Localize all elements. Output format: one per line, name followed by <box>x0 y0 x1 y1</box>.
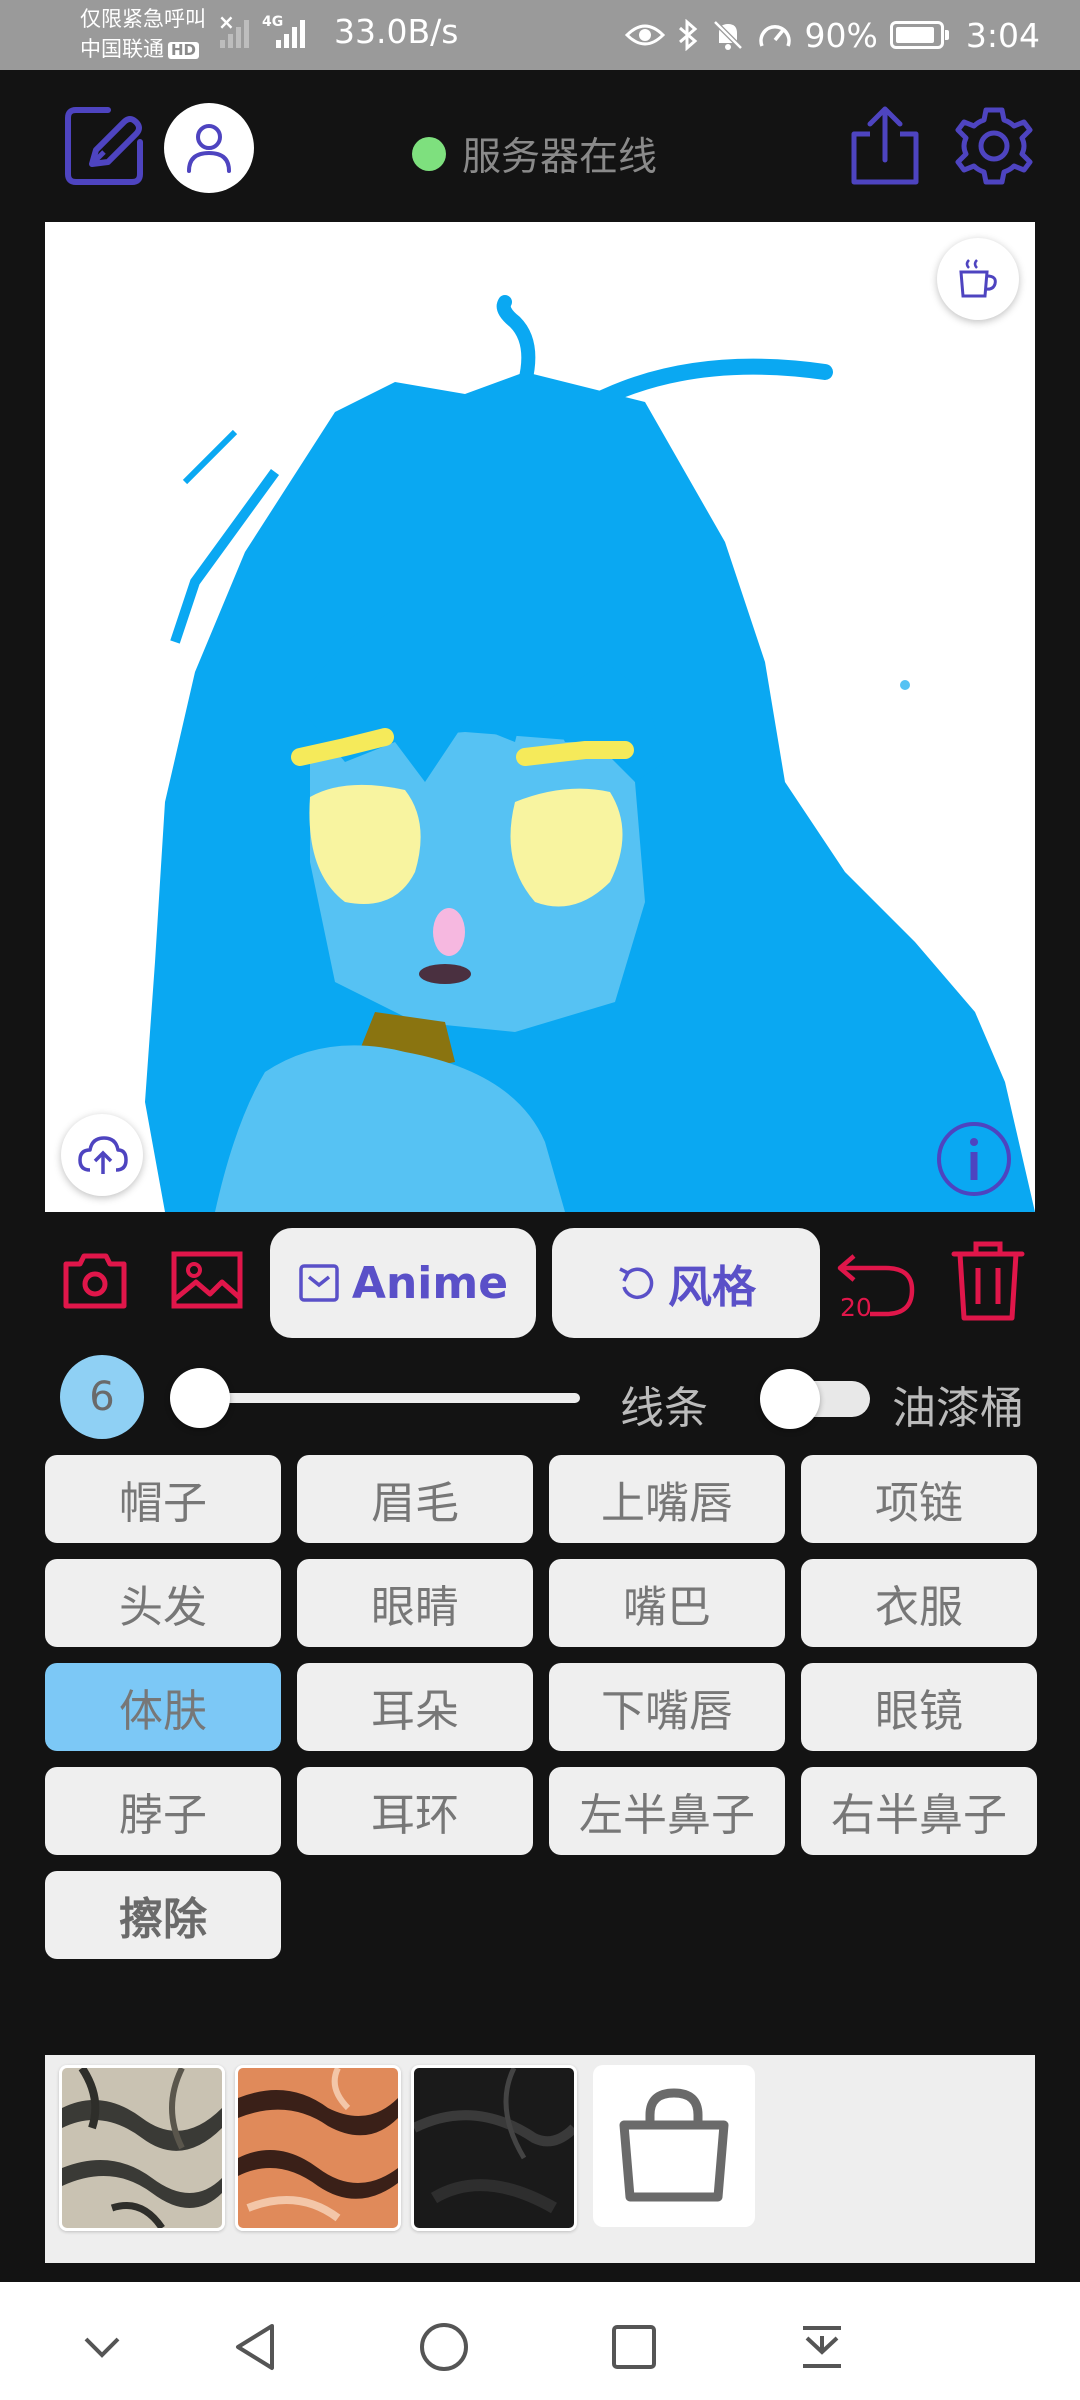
user-icon <box>187 124 231 173</box>
back-icon <box>236 2324 274 2370</box>
recents-icon <box>612 2325 656 2369</box>
part-button[interactable]: 头发 <box>45 1559 281 1647</box>
brush-size-slider[interactable] <box>190 1393 580 1403</box>
part-button[interactable]: 耳朵 <box>297 1663 533 1751</box>
lines-label: 线条 <box>620 1383 708 1434</box>
carrier-info: 仅限紧急呼叫 中国联通 HD <box>80 4 206 64</box>
camera-icon[interactable] <box>62 1250 128 1310</box>
share-icon[interactable] <box>848 104 922 188</box>
status-right: 90% 3:04 <box>624 10 1040 60</box>
mute-bell-icon <box>712 20 743 50</box>
style-button[interactable]: 风格 <box>552 1228 820 1338</box>
brush-size-badge: 6 <box>60 1355 144 1439</box>
action-toolbar: Anime 风格 20 <box>0 1226 1080 1341</box>
anime-model-button[interactable]: Anime <box>270 1228 536 1338</box>
status-dot <box>412 137 446 171</box>
part-button[interactable]: 上嘴唇 <box>549 1455 785 1543</box>
nav-collapse[interactable] <box>72 2317 132 2377</box>
nav-back[interactable] <box>225 2317 285 2377</box>
image-icon[interactable] <box>170 1250 244 1310</box>
nav-notifications[interactable] <box>792 2317 852 2377</box>
part-button[interactable]: 耳环 <box>297 1767 533 1855</box>
system-nav-bar <box>0 2282 1080 2400</box>
coffee-cup-icon <box>959 259 997 298</box>
chevron-down-icon <box>84 2337 120 2358</box>
signal-icon <box>220 20 249 48</box>
bluetooth-icon <box>678 19 697 51</box>
slider-thumb[interactable] <box>170 1368 230 1428</box>
checkbox-icon <box>299 1264 339 1302</box>
paint-bucket-toggle[interactable] <box>760 1369 870 1429</box>
part-button[interactable]: 眼睛 <box>297 1559 533 1647</box>
upload-button[interactable] <box>61 1114 143 1196</box>
coffee-button[interactable] <box>937 238 1019 320</box>
home-icon <box>420 2323 468 2371</box>
brush-controls: 6 线条 油漆桶 <box>0 1355 1080 1440</box>
battery-percent: 90% <box>804 15 878 55</box>
shopping-bag-icon <box>619 2088 729 2202</box>
anime-label: Anime <box>351 1257 509 1309</box>
part-button[interactable]: 左半鼻子 <box>549 1767 785 1855</box>
signal-icon-2 <box>276 20 305 48</box>
part-button[interactable]: 脖子 <box>45 1767 281 1855</box>
part-button[interactable]: 眼镜 <box>801 1663 1037 1751</box>
toggle-thumb <box>760 1369 820 1429</box>
nav-recents[interactable] <box>604 2317 664 2377</box>
paint-bucket-label: 油漆桶 <box>892 1383 1024 1434</box>
profile-button[interactable] <box>164 103 254 193</box>
net-speed: 33.0B/s <box>334 12 459 51</box>
part-button[interactable]: 项链 <box>801 1455 1037 1543</box>
gear-icon[interactable] <box>952 104 1036 188</box>
drawing-canvas[interactable] <box>45 222 1035 1212</box>
status-bar: 仅限紧急呼叫 中国联通 HD × 4G 33.0B/s 90% 3:04 <box>0 0 1080 70</box>
hd-badge: HD <box>168 41 200 59</box>
battery-fill <box>895 27 934 43</box>
info-icon <box>937 1122 1011 1196</box>
trash-icon[interactable] <box>950 1240 1026 1322</box>
refresh-icon <box>619 1267 654 1300</box>
texture-strip <box>45 2055 1035 2263</box>
notification-pull-icon <box>803 2326 841 2368</box>
drawing-image <box>145 295 1035 1212</box>
eye-icon <box>624 24 665 46</box>
server-status: 服务器在线 <box>412 126 657 182</box>
part-button[interactable]: 下嘴唇 <box>549 1663 785 1751</box>
part-button[interactable]: 眉毛 <box>297 1455 533 1543</box>
style-label: 风格 <box>668 1262 756 1313</box>
nav-home[interactable] <box>414 2317 474 2377</box>
texture-tiger-orange[interactable] <box>235 2065 401 2231</box>
undo-count: 20 <box>840 1293 872 1322</box>
texture-shop-button[interactable] <box>593 2065 755 2227</box>
part-button[interactable]: 擦除 <box>45 1871 281 1959</box>
texture-zebra-silver[interactable] <box>59 2065 225 2231</box>
carrier-line-1: 仅限紧急呼叫 <box>80 7 206 31</box>
edit-icon[interactable] <box>62 104 146 188</box>
part-button[interactable]: 右半鼻子 <box>801 1767 1037 1855</box>
server-status-label: 服务器在线 <box>462 135 658 180</box>
clock: 3:04 <box>965 15 1040 55</box>
part-button[interactable]: 衣服 <box>801 1559 1037 1647</box>
carrier-line-2: 中国联通 <box>80 37 164 61</box>
undo-button[interactable]: 20 <box>836 1244 918 1324</box>
texture-dark-black[interactable] <box>411 2065 577 2231</box>
part-button[interactable]: 体肤 <box>45 1663 281 1751</box>
cloud-upload-icon <box>78 1136 128 1174</box>
speedometer-icon <box>758 25 791 47</box>
info-button[interactable] <box>933 1118 1015 1200</box>
part-button[interactable]: 帽子 <box>45 1455 281 1543</box>
part-button[interactable]: 嘴巴 <box>549 1559 785 1647</box>
battery-icon <box>889 21 949 49</box>
app-header: 服务器在线 <box>0 70 1080 220</box>
